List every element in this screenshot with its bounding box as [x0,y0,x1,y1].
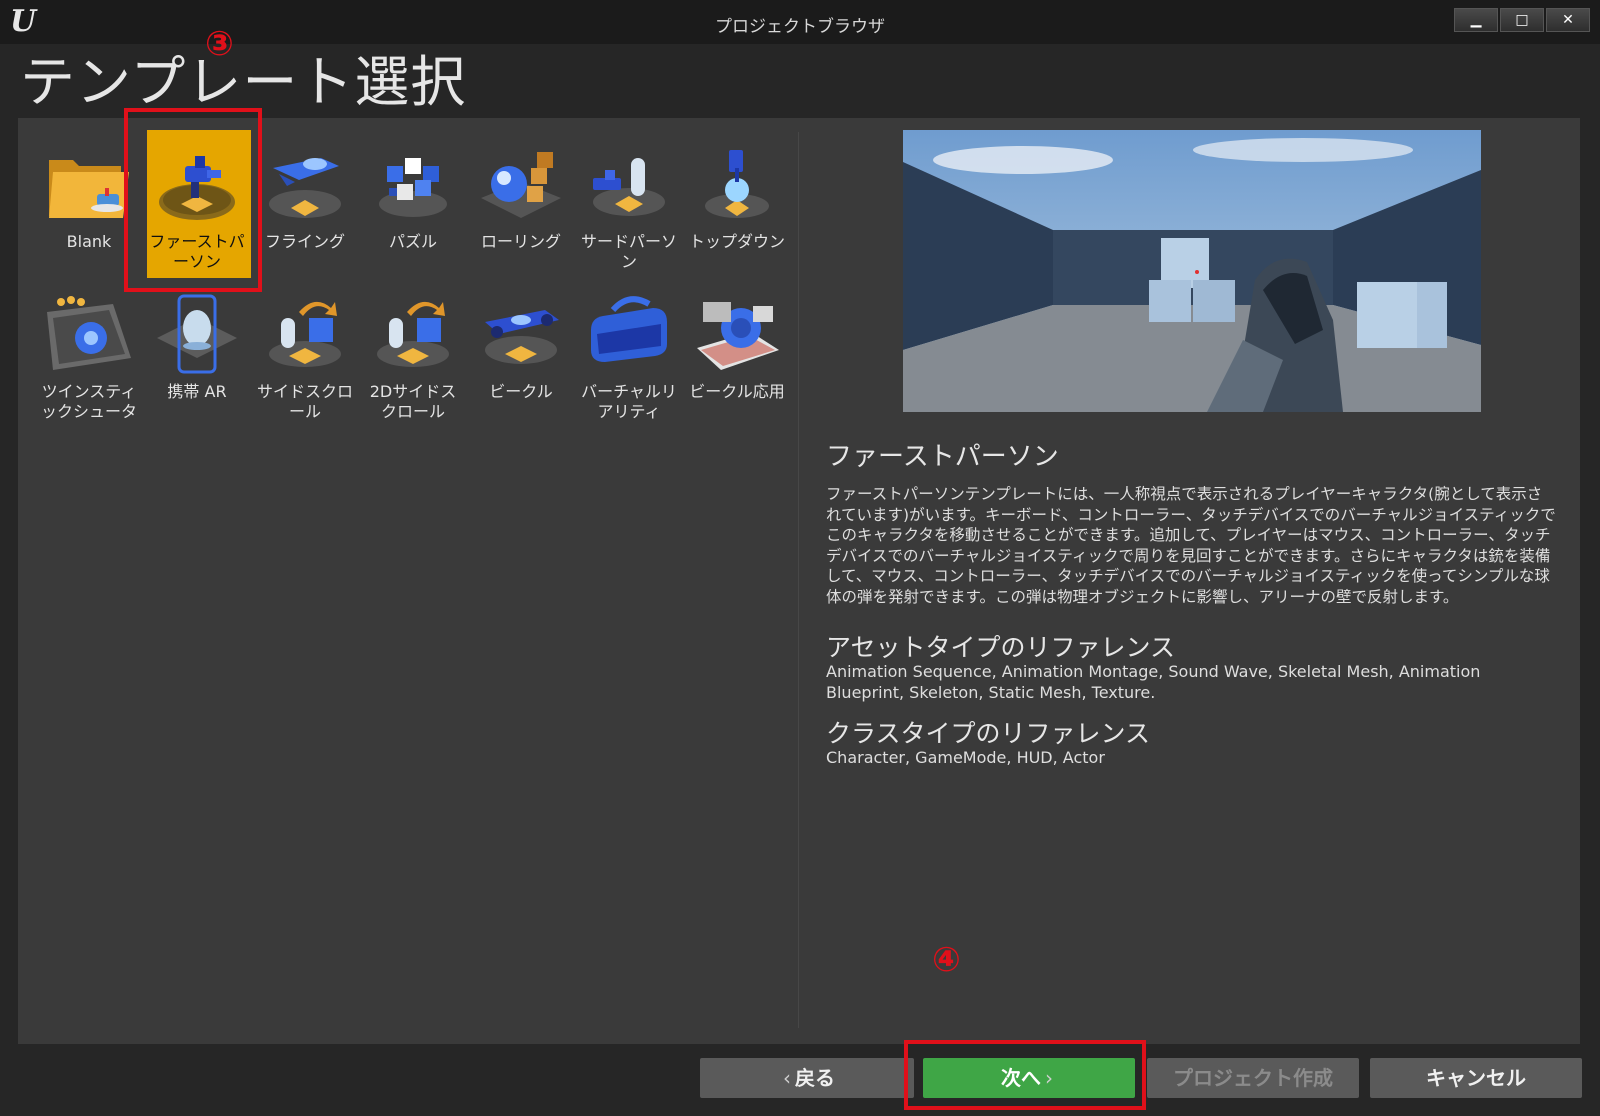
third-person-icon [593,158,665,216]
template-tile-side-scroll[interactable]: サイドスクロール [251,280,359,430]
window-controls: ▁ □ ✕ [1454,8,1590,32]
twin-stick-icon [47,296,131,370]
template-label: ツインスティックシュータ [40,382,137,421]
template-label: パズル [388,232,437,251]
project-browser-window: U プロジェクトブラウザ ▁ □ ✕ テンプレート選択 Blank ファーストパ… [0,0,1600,1116]
template-label: サードパーソン [580,232,677,271]
template-label: サイドスクロール [256,382,353,421]
template-description: ファーストパーソンテンプレートには、一人称視点で表示されるプレイヤーキャラクタ(… [826,485,1556,606]
2d-side-scroll-icon [377,301,449,367]
template-label: ビークル [489,382,553,401]
puzzle-icon [379,158,447,217]
class-types-list: Character, GameMode, HUD, Actor [826,748,1105,767]
cancel-button[interactable]: キャンセル [1370,1058,1582,1098]
template-label: フライング [264,232,345,251]
template-preview-image [903,130,1481,412]
template-label: ローリング [480,232,561,251]
template-label: ビークル応用 [689,382,785,401]
vehicle-icon [485,310,559,364]
vr-headset-icon [591,296,667,362]
template-tile-vehicle-advanced[interactable]: ビークル応用 [683,280,791,430]
folder-icon [49,160,129,218]
vehicle-advanced-icon [697,302,779,370]
template-tile-twin-stick[interactable]: ツインスティックシュータ [35,280,143,430]
template-label: 携帯 AR [167,382,227,401]
chevron-left-icon: ‹ [783,1066,791,1090]
back-button[interactable]: ‹ 戻る [700,1058,914,1098]
template-tile-flying[interactable]: フライング [251,130,359,280]
template-tile-rolling[interactable]: ローリング [467,130,575,280]
annotation-step-3: ③ [205,24,234,64]
side-scroll-icon [269,301,341,367]
template-label: バーチャルリアリティ [581,382,677,421]
class-types-heading: クラスタイプのリファレンス [826,719,1151,748]
asset-types-heading: アセットタイプのリファレンス [826,633,1176,662]
template-tile-vehicle[interactable]: ビークル [467,280,575,430]
template-tile-third-person[interactable]: サードパーソン [575,130,683,280]
title-bar[interactable]: U プロジェクトブラウザ ▁ □ ✕ [0,0,1600,44]
template-detail-title: ファーストパーソン [826,442,1059,472]
annotation-highlight-next [904,1040,1146,1110]
template-tile-handheld-ar[interactable]: 携帯 AR [143,280,251,430]
template-label: トップダウン [688,232,785,251]
template-label: 2Dサイドスクロール [369,382,457,421]
maximize-button[interactable]: □ [1500,8,1544,32]
asset-types-list: Animation Sequence, Animation Montage, S… [826,662,1481,702]
handheld-ar-icon [157,294,237,374]
create-project-button[interactable]: プロジェクト作成 [1147,1058,1359,1098]
back-label: 戻る [795,1066,835,1090]
template-tile-top-down[interactable]: トップダウン [683,130,791,280]
panel-divider [798,132,799,1028]
minimize-button[interactable]: ▁ [1454,8,1498,32]
template-tile-2d-side-scroll[interactable]: 2Dサイドスクロール [359,280,467,430]
top-down-icon [705,150,769,218]
annotation-highlight-template [124,108,262,292]
rolling-icon [481,152,561,218]
page-title: テンプレート選択 [20,50,467,114]
close-button[interactable]: ✕ [1546,8,1590,32]
window-title: プロジェクトブラウザ [715,17,885,37]
annotation-step-4: ④ [932,940,961,980]
template-tile-virtual-reality[interactable]: バーチャルリアリティ [575,280,683,430]
template-tile-puzzle[interactable]: パズル [359,130,467,280]
flying-icon [269,158,341,218]
